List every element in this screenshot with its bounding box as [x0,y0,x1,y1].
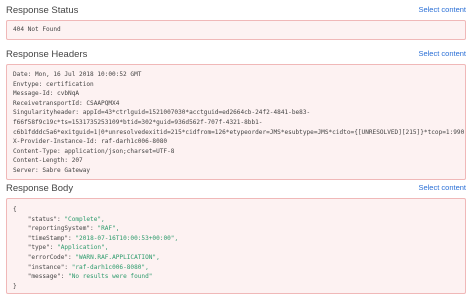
json-key: "instance": [27,263,72,271]
select-status-link[interactable]: Select content [418,5,466,14]
header-line: Server: Sabre Gateway [13,166,91,174]
header-line: c6b1fdddc5a6*exitguid=1|0*unresolvedexit… [13,128,465,136]
header-line: Date: Mon, 16 Jul 2018 10:00:52 GMT [13,71,142,78]
select-headers-link[interactable]: Select content [418,49,466,58]
json-value: "No results were found" [68,273,153,281]
response-body-title: Response Body [6,183,74,194]
json-field: "errorCode": "WARN.RAF.APPLICATION", [13,253,459,263]
header-line: X-Provider-Instance-Id: raf-darh1c006-80… [13,138,168,146]
select-body-link[interactable]: Select content [418,183,466,192]
json-field: "status": "Complete", [13,215,459,225]
json-field: "type": "Application", [13,243,459,253]
response-body-header: Response Body Select content [6,183,468,197]
json-key: "errorCode": [27,253,76,261]
json-value: "RAF", [97,225,120,233]
header-line: Singularityheader: appId=43*ctrlguid=152… [13,109,311,117]
response-body-box: { "status": "Complete", "reportingSystem… [6,198,466,294]
response-headers-box: Date: Mon, 16 Jul 2018 10:00:52 GMT Envt… [6,64,466,180]
response-status-title: Response Status [6,5,79,16]
status-value: 404 Not Found [13,26,61,33]
header-line: Message-Id: cvbNqA [13,90,80,98]
header-line: Envtype: certification [13,80,94,88]
json-open-brace: { [13,206,17,213]
header-line: f66f58f9c19c*ts=1531735253109*btid=302*g… [13,118,263,126]
response-status-box: 404 Not Found [6,20,466,40]
json-value: "Complete", [64,215,105,223]
header-line: ReceivetransportId: CSAAPQMX4 [13,99,120,107]
json-key: "message": [27,273,69,281]
json-field: "message": "No results were found" [13,272,459,282]
header-line: Content-Type: application/json;charset=U… [13,147,175,155]
json-close-brace: } [13,282,17,290]
json-field: "instance": "raf-darh1c006-8080", [13,263,459,273]
json-key: "status": [27,215,65,223]
json-field: "timeStamp": "2018-07-16T10:00:53+00:00"… [13,234,459,244]
json-value: "Application", [57,244,109,252]
header-line: Content-Length: 207 [13,157,83,165]
response-headers-header: Response Headers Select content [6,49,468,63]
json-key: "timeStamp": [27,234,76,242]
json-value: "WARN.RAF.APPLICATION", [75,253,160,261]
response-status-header: Response Status Select content [6,5,468,19]
json-value: "raf-darh1c006-8080", [71,263,149,271]
response-headers-title: Response Headers [6,49,88,60]
json-key: "type": [27,244,58,252]
json-field: "reportingSystem": "RAF", [13,224,459,234]
json-value: "2018-07-16T10:00:53+00:00", [75,234,179,242]
json-key: "reportingSystem": [27,225,98,233]
